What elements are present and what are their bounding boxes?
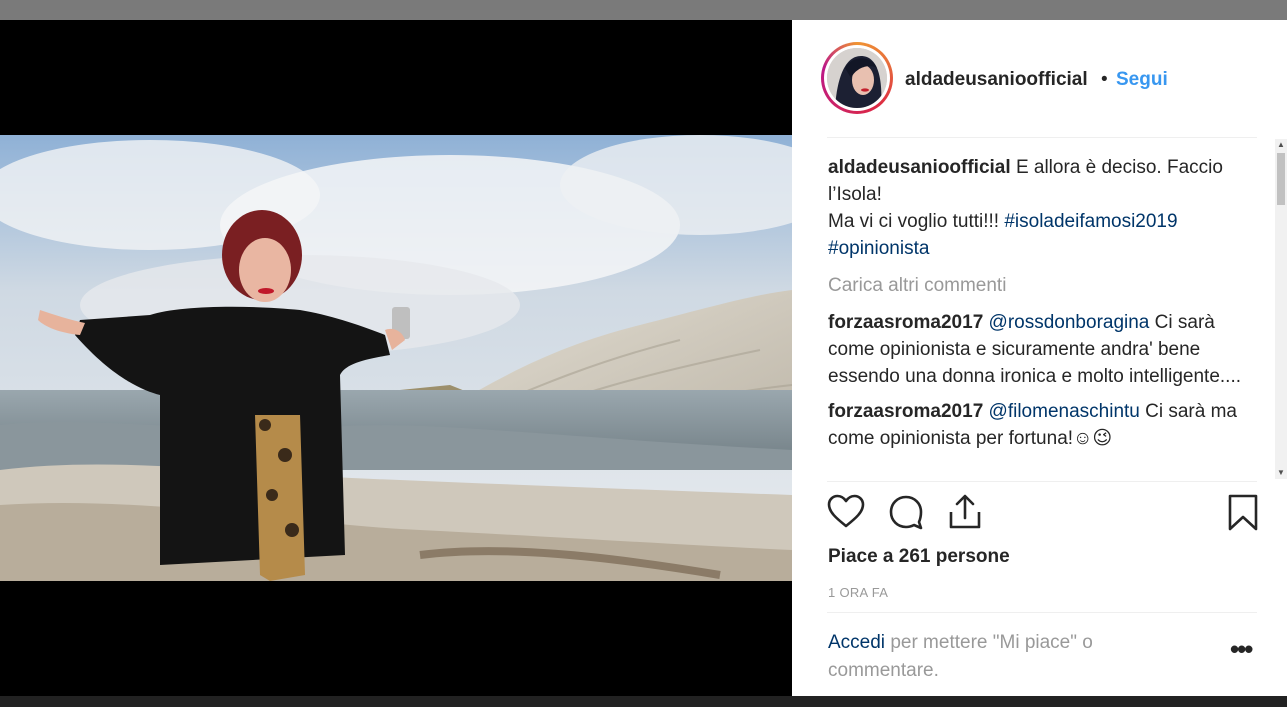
load-more-comments-button[interactable]: Carica altri commenti xyxy=(828,272,1248,299)
story-ring[interactable] xyxy=(821,42,893,114)
avatar-image xyxy=(827,48,887,108)
caption: aldadeusanioofficial E allora è deciso. … xyxy=(828,154,1248,262)
comment-username[interactable]: forzaasroma2017 xyxy=(828,312,983,333)
avatar[interactable] xyxy=(827,48,887,108)
footer-divider xyxy=(827,612,1257,613)
heart-icon[interactable] xyxy=(826,492,866,532)
login-prompt: Accedi per mettere "Mi piace" o commenta… xyxy=(828,629,1198,685)
post-actions xyxy=(792,492,1287,538)
post-side-panel: aldadeusanioofficial • Segui aldadeusani… xyxy=(792,20,1287,696)
follow-button[interactable]: Segui xyxy=(1116,69,1168,91)
header-divider xyxy=(827,137,1257,138)
scroll-down-icon[interactable]: ▼ xyxy=(1275,467,1287,479)
caption-text-line2: Ma vi ci voglio tutti!!! xyxy=(828,211,1000,232)
comment-icon[interactable] xyxy=(886,492,926,532)
hashtag-link[interactable]: #isoladeifamosi2019 xyxy=(1004,211,1177,232)
page-bottom-strip xyxy=(0,696,1287,707)
post-header: aldadeusanioofficial • Segui xyxy=(792,20,1287,137)
comment-mention[interactable]: @rossdonboragina xyxy=(989,312,1150,333)
comment-mention[interactable]: @filomenaschintu xyxy=(989,401,1140,422)
caption-username[interactable]: aldadeusanioofficial xyxy=(828,157,1011,178)
scroll-up-icon[interactable]: ▲ xyxy=(1275,139,1287,151)
likes-count[interactable]: Piace a 261 persone xyxy=(828,546,1010,568)
scrollbar-thumb[interactable] xyxy=(1277,153,1285,205)
comments-list[interactable]: aldadeusanioofficial E allora è deciso. … xyxy=(828,154,1248,484)
comment-item: forzaasroma2017 @filomenaschintu Ci sarà… xyxy=(828,398,1248,452)
post-timestamp: 1 ORA FA xyxy=(828,585,889,600)
share-icon[interactable] xyxy=(945,492,985,532)
login-link[interactable]: Accedi xyxy=(828,632,885,653)
comment-item: forzaasroma2017 @rossdonboragina Ci sarà… xyxy=(828,309,1248,390)
avatar-border xyxy=(824,45,890,111)
post-photo[interactable] xyxy=(0,135,792,581)
hashtag-link[interactable]: #opinionista xyxy=(828,238,929,259)
photo-illustration xyxy=(0,135,792,581)
post-media-panel xyxy=(0,20,792,696)
browser-top-strip xyxy=(0,0,1287,20)
header-separator: • xyxy=(1101,69,1108,90)
header-username[interactable]: aldadeusanioofficial xyxy=(905,69,1088,91)
comment-username[interactable]: forzaasroma2017 xyxy=(828,401,983,422)
more-options-button[interactable]: ••• xyxy=(1230,636,1256,664)
bookmark-icon[interactable] xyxy=(1223,492,1263,532)
comments-divider xyxy=(827,481,1257,482)
comments-scrollbar[interactable]: ▲ ▼ xyxy=(1275,139,1287,479)
